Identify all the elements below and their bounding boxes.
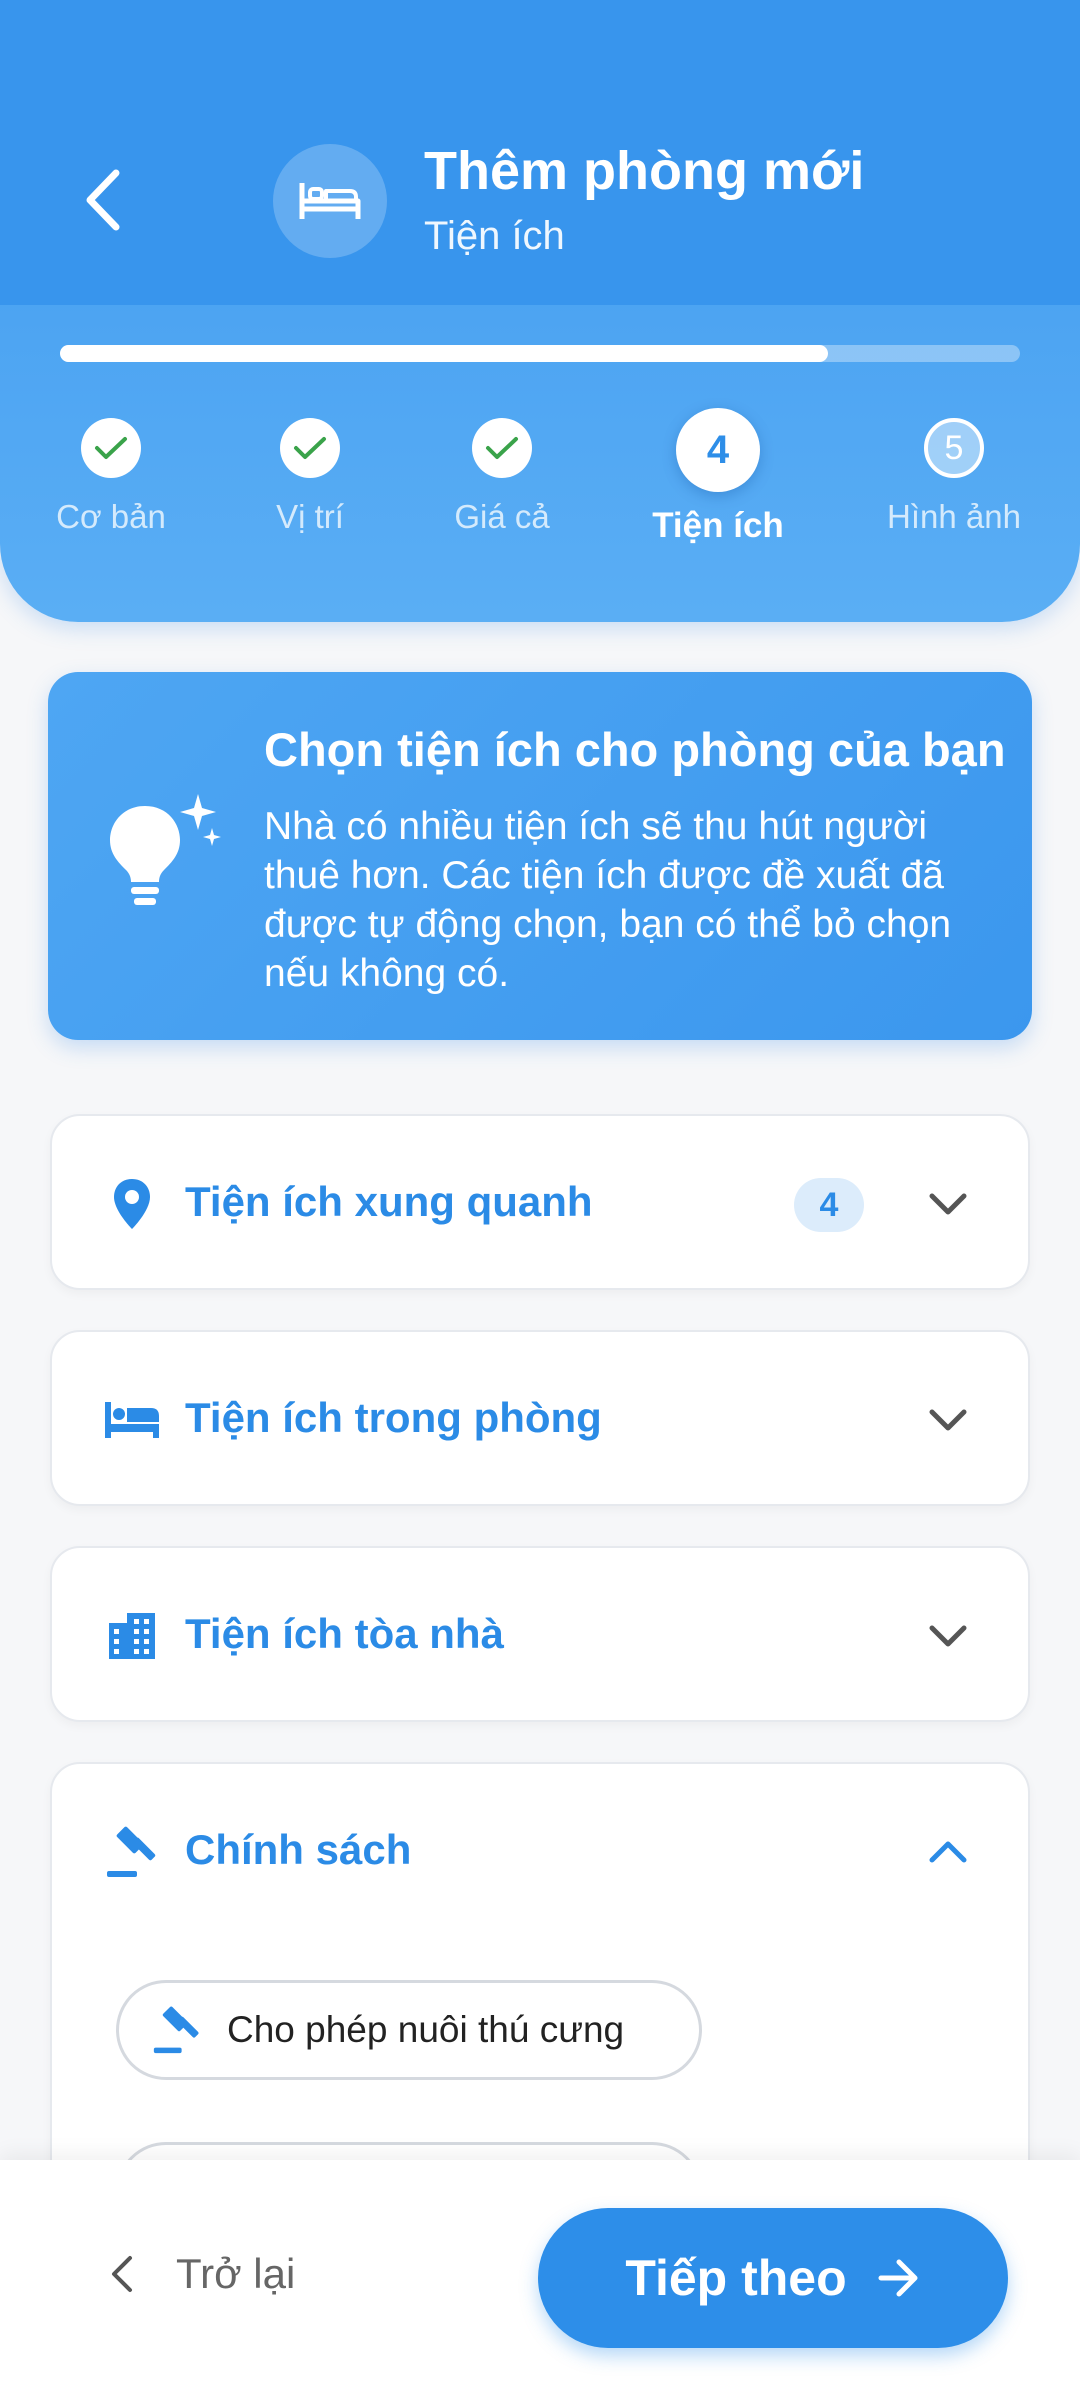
step-location[interactable]: Vị trí [220, 408, 400, 536]
step-done-indicator [81, 418, 141, 478]
info-card: Chọn tiện ích cho phòng của bạn Nhà có n… [48, 672, 1032, 1040]
back-link[interactable]: Trở lại [110, 2250, 295, 2298]
section-title: Tiện ích trong phòng [185, 1394, 602, 1441]
step-number: 5 [924, 418, 984, 478]
policy-chip-pets[interactable]: Cho phép nuôi thú cưng [116, 1980, 702, 2080]
section-title: Tiện ích xung quanh [185, 1178, 593, 1225]
info-title: Chọn tiện ích cho phòng của bạn [264, 723, 1006, 776]
check-icon [486, 437, 518, 459]
step-price[interactable]: Giá cả [412, 408, 592, 536]
lightbulb-sparkle-icon [110, 794, 221, 905]
chip-label: Cho phép nuôi thú cưng [227, 2009, 625, 2050]
step-number: 4 [676, 408, 760, 492]
chevron-up-icon[interactable] [928, 1828, 968, 1876]
chevron-down-icon[interactable] [928, 1612, 968, 1660]
step-basic[interactable]: Cơ bản [21, 408, 201, 536]
step-label: Cơ bản [56, 498, 166, 535]
chevron-left-icon [86, 169, 120, 231]
step-done-indicator [280, 418, 340, 478]
progress-bar [60, 345, 1020, 362]
room-avatar [273, 144, 387, 258]
section-building-amenities[interactable]: Tiện ích tòa nhà [50, 1546, 1030, 1722]
step-label: Vị trí [276, 498, 344, 535]
page-title: Thêm phòng mới [424, 141, 865, 201]
next-button[interactable]: Tiếp theo [538, 2208, 1008, 2348]
chevron-down-icon[interactable] [928, 1180, 968, 1228]
step-label: Hình ảnh [887, 498, 1021, 535]
chevron-left-icon [112, 2256, 132, 2292]
section-policies[interactable]: Chính sách Cho phép nuôi thú cưng [50, 1762, 1030, 2242]
bed-icon [105, 1402, 159, 1438]
section-surrounding-amenities[interactable]: Tiện ích xung quanh 4 [50, 1114, 1030, 1290]
gavel-icon [107, 1826, 156, 1877]
step-images[interactable]: 5 Hình ảnh [864, 408, 1044, 536]
gavel-icon [153, 2006, 199, 2054]
progress-fill [60, 345, 828, 362]
section-title: Tiện ích tòa nhà [185, 1610, 504, 1657]
count-badge: 4 [794, 1178, 864, 1232]
header: Thêm phòng mới Tiện ích Cơ bản Vị trí Gi… [0, 0, 1080, 622]
step-amenities[interactable]: 4 Tiện ích [628, 408, 808, 546]
building-icon [109, 1613, 155, 1659]
info-text: Nhà có nhiều tiện ích sẽ thu hút người t… [264, 805, 952, 995]
step-done-indicator [472, 418, 532, 478]
chevron-down-icon[interactable] [928, 1396, 968, 1444]
next-button-label: Tiếp theo [625, 2250, 847, 2306]
arrow-right-icon [878, 2259, 918, 2297]
section-room-amenities[interactable]: Tiện ích trong phòng [50, 1330, 1030, 1506]
section-title: Chính sách [185, 1826, 412, 1873]
back-button[interactable] [72, 160, 132, 240]
page-subtitle: Tiện ích [424, 214, 565, 258]
bed-icon [299, 183, 361, 219]
check-icon [95, 437, 127, 459]
location-pin-icon [114, 1179, 150, 1229]
step-label: Giá cả [454, 498, 550, 535]
back-link-label: Trở lại [176, 2250, 296, 2297]
step-label: Tiện ích [652, 506, 784, 545]
bottom-action-bar: Trở lại Tiếp theo [0, 2160, 1080, 2400]
check-icon [294, 437, 326, 459]
